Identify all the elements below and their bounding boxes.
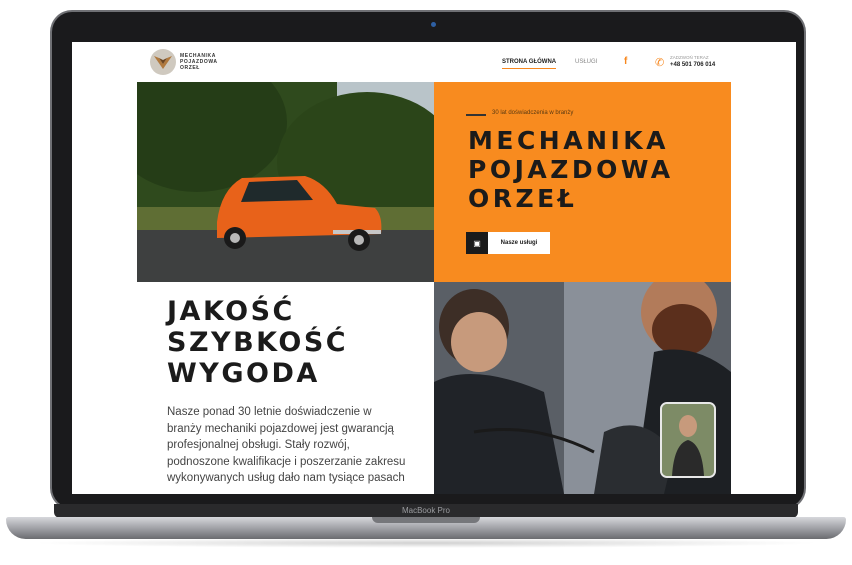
device-label: MacBook Pro bbox=[401, 506, 451, 515]
intro-paragraph: Nasze ponad 30 letnie doświadczenie w br… bbox=[167, 406, 406, 484]
shadow bbox=[30, 538, 822, 548]
heading-line-1: JAKOŚĆ bbox=[167, 296, 295, 327]
screen: MECHANIKA POJAZDOWA ORZEŁ STRONA GŁÓWNA … bbox=[72, 42, 796, 494]
nav-services-link[interactable]: USŁUGI bbox=[575, 59, 597, 65]
hero-title-line-2: POJAZDOWA bbox=[468, 155, 674, 184]
divider-line bbox=[466, 114, 486, 116]
section-heading: JAKOŚĆ SZYBKOŚĆ WYGODA bbox=[167, 296, 348, 389]
video-thumbnail[interactable] bbox=[660, 402, 716, 478]
trackpad-notch bbox=[372, 517, 480, 523]
heading-line-3: WYGODA bbox=[167, 358, 320, 389]
hero-car-image bbox=[137, 82, 434, 282]
laptop-mockup: MECHANIKA POJAZDOWA ORZEŁ STRONA GŁÓWNA … bbox=[0, 0, 852, 565]
hero-title-line-1: MECHANIKA bbox=[468, 126, 670, 155]
document-icon: ▣ bbox=[466, 232, 488, 254]
services-button-label: Nasze usługi bbox=[500, 240, 538, 246]
facebook-icon[interactable]: f bbox=[624, 56, 627, 67]
experience-text: 30 lat doświadczenia w branży bbox=[492, 110, 574, 116]
nav-home-link[interactable]: STRONA GŁÓWNA bbox=[502, 59, 557, 69]
services-button[interactable]: ▣ Nasze usługi bbox=[466, 232, 550, 254]
intro-section: JAKOŚĆ SZYBKOŚĆ WYGODA Nasze ponad 30 le… bbox=[137, 282, 434, 494]
logo-emblem[interactable] bbox=[150, 49, 176, 75]
hero-panel: 30 lat doświadczenia w branży MECHANIKA … bbox=[434, 82, 731, 282]
site-header: MECHANIKA POJAZDOWA ORZEŁ STRONA GŁÓWNA … bbox=[72, 42, 796, 82]
phone-number[interactable]: +48 501 706 014 bbox=[670, 62, 715, 68]
phone-icon[interactable]: ✆ bbox=[655, 56, 664, 69]
hero-title: MECHANIKA POJAZDOWA ORZEŁ bbox=[468, 126, 674, 213]
camera-dot bbox=[431, 22, 436, 27]
logo-text[interactable]: MECHANIKA POJAZDOWA ORZEŁ bbox=[180, 53, 218, 71]
heading-line-2: SZYBKOŚĆ bbox=[167, 327, 349, 358]
hero-title-line-3: ORZEŁ bbox=[468, 184, 578, 213]
logo-line-3: ORZEŁ bbox=[180, 65, 200, 71]
eagle-icon bbox=[154, 56, 172, 69]
phone-label: ZADZWOŃ TERAZ bbox=[670, 55, 709, 60]
mechanics-image bbox=[434, 282, 731, 494]
